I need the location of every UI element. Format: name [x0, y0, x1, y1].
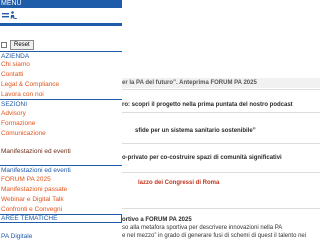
event-location-text[interactable]: lazzo dei Congressi di Roma: [138, 179, 219, 187]
article-title-text[interactable]: ro: scopri il progetto nella prima punta…: [122, 101, 293, 109]
article-excerpt-text: e nel mezzo” in grado di generare fusi d…: [122, 233, 307, 239]
article-title-text[interactable]: o-privato per co-costruire spazi di comu…: [122, 154, 282, 162]
article-excerpt-text: so alla metafora sportiva per descrivere…: [122, 225, 283, 231]
menu-item-manifestazioni-ed-eventi[interactable]: Manifestazioni ed eventi: [0, 147, 122, 156]
menu-item-advisory[interactable]: Advisory: [0, 109, 122, 118]
menu-panel: MENU Reset AZIENDA Chi siamo Contatti Le…: [0, 0, 122, 240]
menu-item-chi-siamo[interactable]: Chi siamo: [0, 60, 122, 69]
menu-item-contatti[interactable]: Contatti: [0, 70, 122, 79]
menu-header[interactable]: MENU: [0, 0, 122, 8]
section-header-azienda: AZIENDA: [0, 51, 122, 60]
menu-title[interactable]: MENU: [1, 0, 22, 8]
section-header-sezioni: SEZIONI: [0, 99, 122, 108]
menu-item-confronti-convegni[interactable]: Confronti e Convegni: [0, 205, 122, 214]
reset-button[interactable]: Reset: [10, 40, 34, 50]
accessibility-icon[interactable]: [1, 10, 18, 21]
section-header-aree-tematiche: AREE TEMATICHE: [0, 214, 122, 223]
section-header-manifestazioni: Manifestazioni ed eventi: [0, 165, 122, 174]
menu-item-legal-compliance[interactable]: Legal & Compliance: [0, 80, 122, 89]
article-title-text[interactable]: ortivo a FORUM PA 2025: [122, 216, 192, 224]
menu-item-manifestazioni-passate[interactable]: Manifestazioni passate: [0, 185, 122, 194]
reset-checkbox[interactable]: [1, 42, 7, 48]
menu-item-webinar-digital-talk[interactable]: Webinar e Digital Talk: [0, 195, 122, 204]
article-title-text[interactable]: sfide per un sistema sanitario sostenibi…: [135, 127, 256, 135]
menu-item-forum-pa-2025[interactable]: FORUM PA 2025: [0, 175, 122, 184]
accessibility-toolbar: [0, 23, 122, 26]
menu-item-formazione[interactable]: Formazione: [0, 119, 122, 128]
article-title-text[interactable]: er la PA del futuro”. Anteprima FORUM PA…: [122, 79, 257, 87]
menu-item-comunicazione[interactable]: Comunicazione: [0, 129, 122, 138]
menu-item-lavora-con-noi[interactable]: Lavora con noi: [0, 90, 122, 99]
